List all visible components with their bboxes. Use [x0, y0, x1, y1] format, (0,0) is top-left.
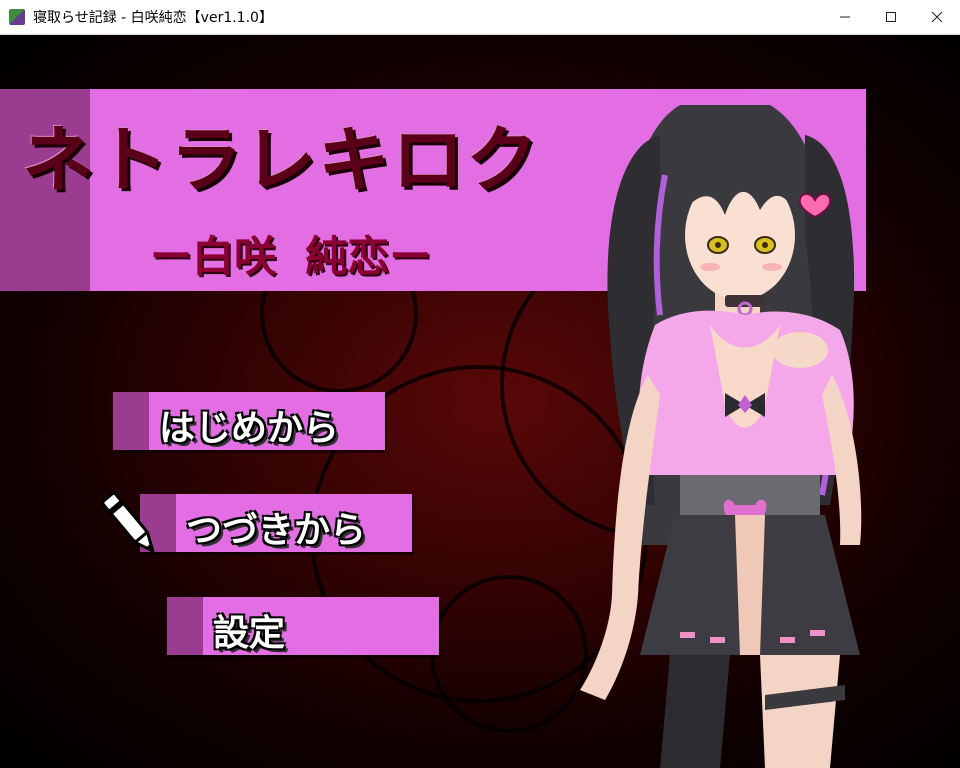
close-icon	[931, 11, 943, 23]
title-bar[interactable]: 寝取らせ記録 - 白咲純恋【ver1.1.0】	[0, 0, 960, 35]
maximize-icon	[886, 12, 896, 22]
app-icon	[9, 9, 25, 25]
new-game-button[interactable]: はじめから	[113, 392, 385, 450]
button-strip	[167, 597, 203, 655]
character-illustration	[580, 105, 862, 768]
continue-label: つづきから	[186, 510, 367, 551]
window-title: 寝取らせ記録 - 白咲純恋【ver1.1.0】	[33, 10, 273, 26]
button-strip	[113, 392, 149, 450]
window-controls	[822, 0, 960, 34]
new-game-label: はじめから	[159, 408, 340, 449]
continue-button[interactable]: つづきから	[140, 494, 412, 552]
settings-label: 設定	[213, 613, 286, 654]
pen-icon	[101, 492, 155, 553]
minimize-button[interactable]	[822, 0, 868, 34]
game-logo-title: ネトラレキロク	[22, 118, 541, 202]
maximize-button[interactable]	[868, 0, 914, 34]
game-logo-subtitle: ー白咲 純恋ー	[150, 232, 432, 281]
game-screen[interactable]: ネトラレキロク ー白咲 純恋ー はじめから つづきから 設定	[0, 35, 960, 768]
close-button[interactable]	[914, 0, 960, 34]
minimize-icon	[840, 16, 850, 18]
game-window: 寝取らせ記録 - 白咲純恋【ver1.1.0】 ネトラレキロク ー白咲 純恋ー	[0, 0, 960, 768]
settings-button[interactable]: 設定	[167, 597, 439, 655]
